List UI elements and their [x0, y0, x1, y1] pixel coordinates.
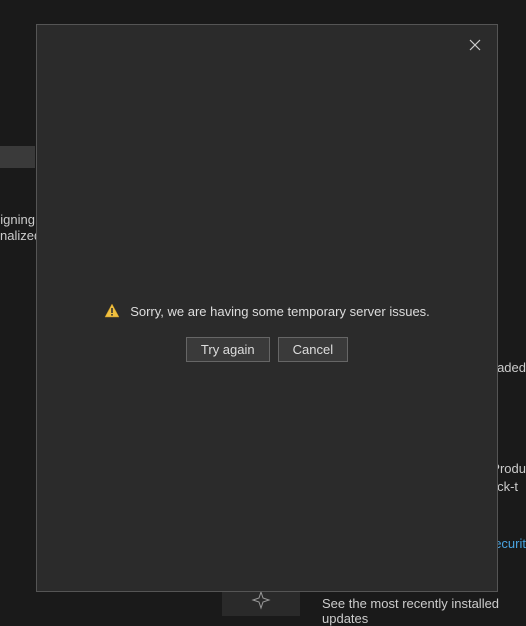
whats-new-tile[interactable]	[222, 588, 300, 616]
cancel-button[interactable]: Cancel	[278, 337, 348, 362]
close-button[interactable]	[463, 33, 487, 57]
modal-buttons: Try again Cancel	[186, 337, 348, 362]
error-message: Sorry, we are having some temporary serv…	[130, 304, 430, 319]
background-signing-text: igning nalized	[0, 212, 35, 244]
background-security-link[interactable]: ecurit	[494, 536, 526, 551]
sparkle-icon	[247, 590, 275, 610]
error-message-row: Sorry, we are having some temporary serv…	[104, 303, 430, 319]
modal-content: Sorry, we are having some temporary serv…	[37, 303, 497, 362]
close-icon	[469, 39, 481, 51]
try-again-button[interactable]: Try again	[186, 337, 270, 362]
background-tab	[0, 146, 35, 168]
background-updates-text: See the most recently installed updates	[322, 596, 526, 626]
error-modal: Sorry, we are having some temporary serv…	[36, 24, 498, 592]
warning-icon	[104, 303, 120, 319]
